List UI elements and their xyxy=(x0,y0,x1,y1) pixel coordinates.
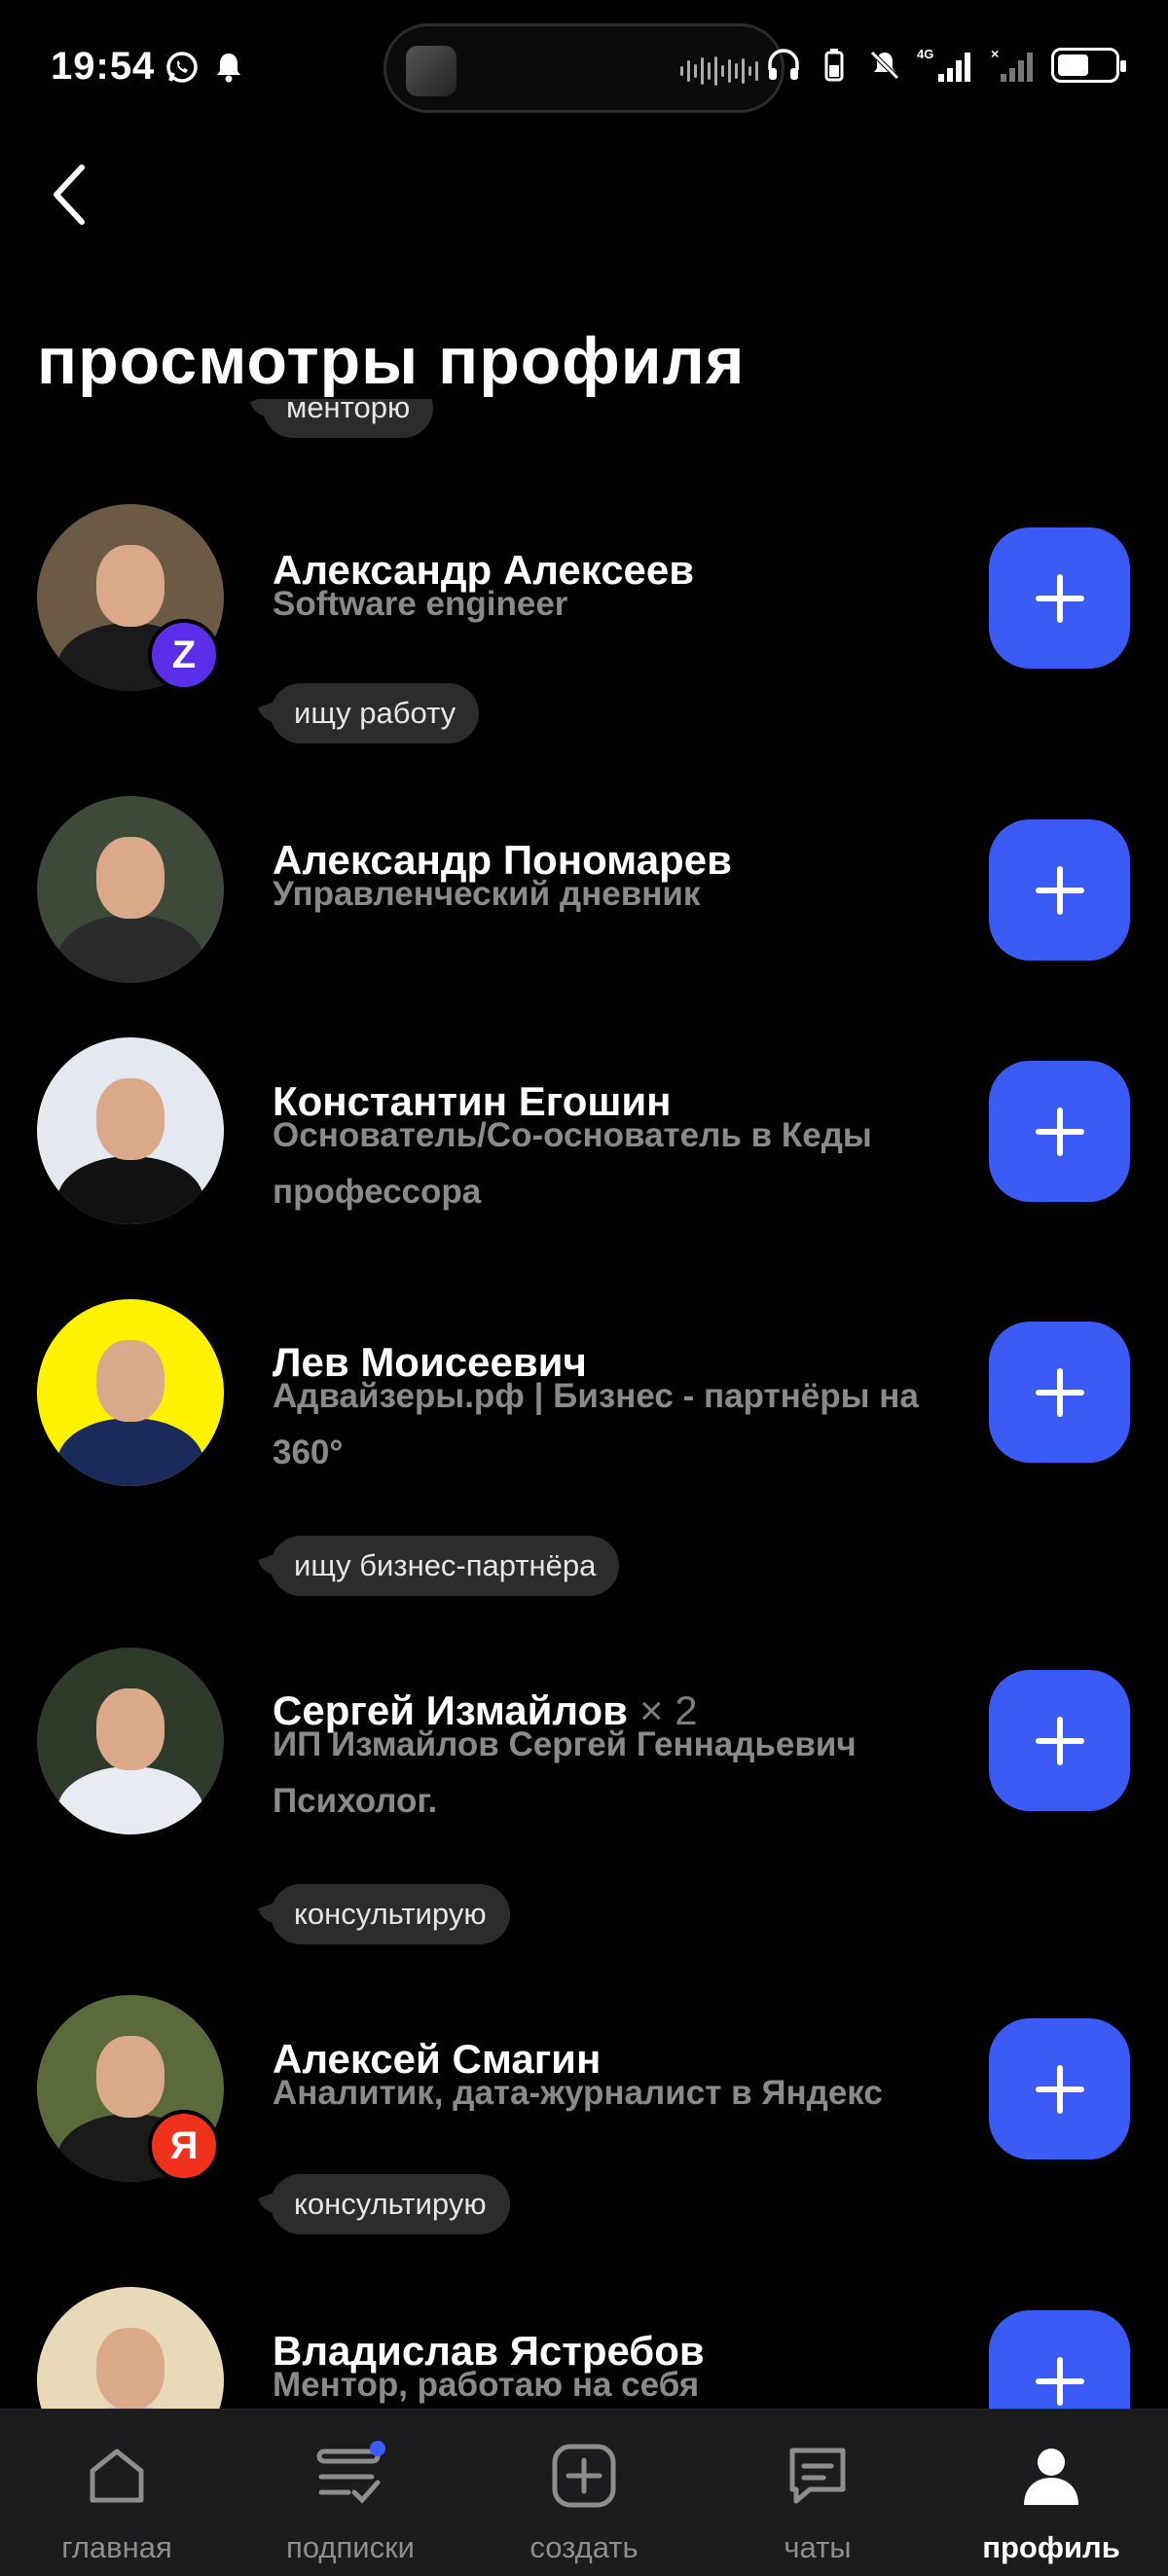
nav-chats[interactable]: чаты xyxy=(701,2410,934,2576)
status-tag: консультирую xyxy=(271,1884,510,1944)
avatar[interactable] xyxy=(37,1299,224,1486)
plus-icon xyxy=(1035,573,1084,623)
whatsapp-icon xyxy=(164,49,201,86)
battery-icon xyxy=(1051,48,1126,83)
notification-dot xyxy=(370,2441,385,2456)
plus-icon xyxy=(1035,2356,1084,2406)
profile-subtitle: Основатель/Со-основатель в Кеды профессо… xyxy=(273,1116,872,1211)
back-button[interactable] xyxy=(39,156,97,234)
avatar-face xyxy=(96,1688,164,1771)
profile-subtitle: ИП Измайлов Сергей Геннадьевич Психолог. xyxy=(273,1725,857,1820)
plus-icon xyxy=(1035,1107,1084,1156)
chevron-left-icon xyxy=(54,164,85,225)
subscriptions-icon xyxy=(311,2437,389,2515)
status-bar: 19:54 4G × xyxy=(0,0,1168,136)
svg-text:4G: 4G xyxy=(917,47,933,61)
home-icon xyxy=(78,2437,156,2515)
avatar-face xyxy=(96,2328,164,2409)
avatar[interactable] xyxy=(37,2287,224,2409)
audio-wave-icon xyxy=(680,54,758,89)
page-title: просмотры профиля xyxy=(37,324,746,398)
avatar-face xyxy=(96,545,164,628)
nav-profile[interactable]: профиль xyxy=(934,2410,1168,2576)
nav-label: профиль xyxy=(982,2530,1120,2564)
chat-icon xyxy=(779,2437,857,2515)
status-tag: консультирую xyxy=(271,2174,510,2234)
nav-label: подписки xyxy=(286,2530,415,2564)
status-tag: ищу работу xyxy=(271,683,480,744)
profile-subtitle: Адвайзеры.рф | Бизнес - партнёры на 360° xyxy=(273,1377,919,1471)
profile-subtitle: Управленческий дневник xyxy=(273,875,701,913)
nav-home[interactable]: главная xyxy=(0,2410,234,2576)
nav-label: создать xyxy=(529,2530,639,2564)
profile-views-list[interactable]: менторю Z Александр Алексеев Software engi… xyxy=(0,399,1168,2409)
add-contact-button[interactable] xyxy=(989,1670,1130,1811)
profile-subtitle: Аналитик, дата-журналист в Яндекс xyxy=(273,2074,883,2112)
avatar[interactable] xyxy=(37,1648,224,1834)
plus-square-icon xyxy=(545,2437,623,2515)
status-tag: ищу бизнес-партнёра xyxy=(271,1536,620,1596)
avatar-face xyxy=(96,1340,164,1423)
bell-icon xyxy=(210,49,247,86)
nav-create[interactable]: создать xyxy=(467,2410,701,2576)
signal-icon: × xyxy=(989,47,1038,84)
add-contact-button[interactable] xyxy=(989,819,1130,961)
mute-icon xyxy=(866,47,903,84)
company-badge-icon: Я xyxy=(148,2110,220,2182)
avatar[interactable] xyxy=(37,796,224,983)
media-thumbnail xyxy=(406,46,456,96)
svg-text:×: × xyxy=(991,47,999,61)
avatar-body xyxy=(57,1766,203,1834)
plus-icon xyxy=(1035,865,1084,915)
avatar-face xyxy=(96,1078,164,1161)
headphones-icon xyxy=(765,47,802,84)
add-contact-button[interactable] xyxy=(989,2310,1130,2409)
dynamic-island[interactable] xyxy=(383,23,785,113)
add-contact-button[interactable] xyxy=(989,527,1130,669)
battery-saver-icon xyxy=(816,47,853,84)
avatar-face xyxy=(96,837,164,920)
add-contact-button[interactable] xyxy=(989,1322,1130,1463)
company-badge-icon: Z xyxy=(148,619,220,691)
signal-icon: 4G xyxy=(917,47,975,84)
avatar-body xyxy=(57,1418,203,1486)
avatar[interactable] xyxy=(37,1037,224,1224)
avatar-face xyxy=(96,2036,164,2119)
plus-icon xyxy=(1035,1367,1084,1417)
plus-icon xyxy=(1035,1716,1084,1765)
status-time: 19:54 xyxy=(51,45,156,88)
partial-tag: менторю xyxy=(263,399,434,438)
avatar-body xyxy=(57,1156,203,1224)
nav-label: главная xyxy=(61,2530,172,2564)
add-contact-button[interactable] xyxy=(989,1061,1130,1202)
bottom-navigation: главная подписки создать чаты профиль xyxy=(0,2409,1168,2576)
nav-subscriptions[interactable]: подписки xyxy=(234,2410,467,2576)
profile-subtitle: Ментор, работаю на себя xyxy=(273,2366,700,2404)
add-contact-button[interactable] xyxy=(989,2018,1130,2159)
profile-subtitle: Software engineer xyxy=(273,585,568,623)
plus-icon xyxy=(1035,2064,1084,2114)
person-icon xyxy=(1012,2437,1090,2515)
nav-label: чаты xyxy=(784,2530,852,2564)
avatar-body xyxy=(57,915,203,983)
